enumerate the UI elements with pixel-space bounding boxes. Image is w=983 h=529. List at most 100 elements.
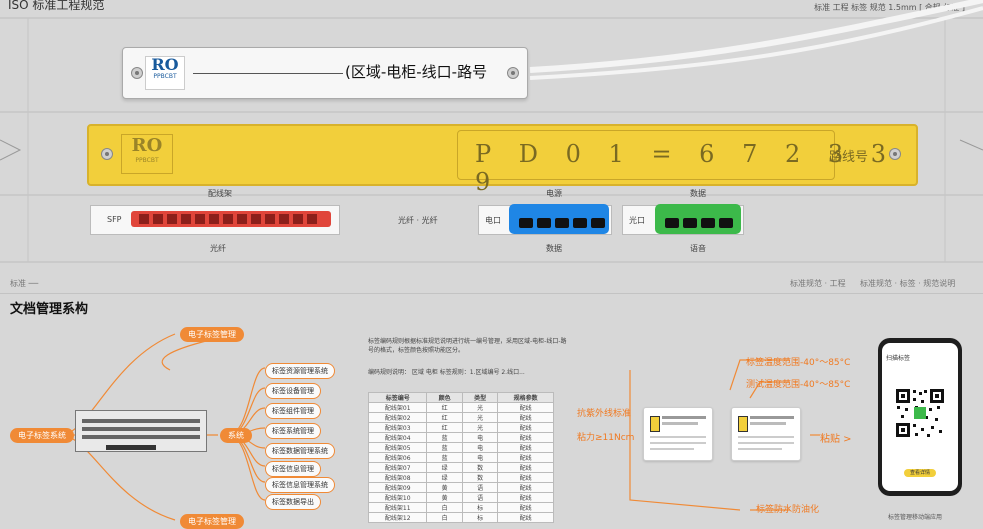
table-cell: 配线	[497, 452, 554, 463]
table-row: 配线架01 红光配线	[367, 402, 554, 413]
rj45-port-icon	[665, 218, 679, 228]
mind-center: 系统	[220, 428, 252, 443]
red-port-panel: SFP	[90, 205, 340, 235]
mind-bottom: 电子标签管理	[180, 514, 244, 529]
table-cell: 蓝	[426, 452, 463, 463]
label-suffix: 路线号	[829, 150, 869, 165]
table-cell: 配线架09	[367, 482, 428, 493]
table-row: 配线架11 白标配线	[367, 502, 554, 513]
table-cell: 配线	[497, 502, 554, 513]
label-format-text: (区域-电柜-线口-路号	[345, 63, 488, 81]
blue-port-bottom-caption: 数据	[546, 244, 562, 253]
label-sample-icon	[650, 416, 660, 432]
table-cell: 配线	[497, 432, 554, 443]
mind-node-6: 标签信息管理	[265, 461, 321, 477]
table-cell: 配线架04	[367, 432, 428, 443]
divider-line	[193, 73, 343, 74]
table-cell: 数	[461, 472, 499, 483]
table-cell: 配线	[497, 512, 554, 523]
table-header: 类型	[461, 392, 499, 403]
rj45-port-icon	[683, 218, 697, 228]
rj45-port-icon	[591, 218, 605, 228]
table-cell: 标	[461, 512, 499, 523]
rj45-port-icon	[555, 218, 569, 228]
table-row: 配线架08 绿数配线	[367, 472, 554, 483]
table-cell: 配线	[497, 422, 554, 433]
phone-mockup: 扫描标签 查看详情	[878, 338, 962, 496]
table-cell: 绿	[426, 462, 463, 473]
mind-root: 电子标签系统	[10, 428, 74, 443]
yellow-cable-label: RO PPBCBT P D 0 1 = 6 7 2 3 3 9 路线号	[87, 124, 918, 196]
mind-node-1: 标签资源管理系统	[265, 363, 335, 379]
mind-node-5: 标签数据管理系统	[265, 443, 335, 459]
table-cell: 电	[461, 452, 499, 463]
red-port-strip	[131, 211, 331, 227]
green-port-tag: 光口	[629, 216, 645, 225]
table-cell: 配线	[497, 442, 554, 453]
table-cell: 配线	[497, 402, 554, 413]
rj45-port-icon	[719, 218, 733, 228]
screw-icon	[507, 67, 519, 79]
table-cell: 配线架02	[367, 412, 428, 423]
white-cable-label: RO PPBCBT (区域-电柜-线口-路号	[122, 47, 528, 99]
table-cell: 配线架01	[367, 402, 428, 413]
blue-port-block	[509, 204, 609, 234]
table-cell: 数	[461, 462, 499, 473]
logo-top-text: RO	[131, 135, 163, 156]
table-cell: 配线架05	[367, 442, 428, 453]
footer-note-right: 标准规范 · 标签 · 规范说明	[860, 279, 956, 288]
blue-port-top-caption: 电源	[546, 189, 562, 198]
rack-device-image	[75, 410, 207, 452]
mind-node-2: 标签设备管理	[265, 383, 321, 399]
table-cell: 配线	[497, 472, 554, 483]
table-cell: 白	[426, 502, 463, 513]
table-cell: 白	[426, 512, 463, 523]
green-port-top-caption: 数据	[690, 189, 706, 198]
logo: RO PPBCBT	[145, 56, 185, 90]
table-cell: 蓝	[426, 442, 463, 453]
blue-port-panel: 电口	[478, 204, 612, 235]
table-row: 配线架07 绿数配线	[367, 462, 554, 473]
label-card-1	[643, 407, 713, 461]
qr-code-icon[interactable]	[895, 388, 945, 438]
table-header: 颜色	[426, 392, 463, 403]
table-cell: 标	[461, 502, 499, 513]
table-cell: 配线架10	[367, 492, 428, 503]
rj45-port-icon	[573, 218, 587, 228]
logo-top-text: RO	[151, 55, 179, 74]
spec-table: 标签编号 颜色 类型 规格参数 配线架01 红光配线 配线架02 红光配线 配线架03 红…	[367, 392, 554, 523]
spec-bottom: 标签防水防油化	[756, 505, 820, 515]
doc-legend: 编码规则说明： 区域 电柜 标签规则：1.区域编号 2.线口...	[368, 369, 525, 376]
table-cell: 配线架08	[367, 472, 428, 483]
footer-note-left: 标准 ──	[10, 279, 39, 288]
phone-button[interactable]: 查看详情	[904, 469, 936, 477]
table-header-row: 标签编号 颜色 类型 规格参数	[367, 392, 554, 403]
section-divider	[0, 293, 983, 294]
table-cell: 配线	[497, 412, 554, 423]
table-row: 配线架03 红光配线	[367, 422, 554, 433]
spec-temp-2: 测试温度范围-40°～85°C	[746, 380, 851, 390]
phone-screen: 扫描标签 查看详情	[882, 343, 958, 491]
table-cell: 黄	[426, 482, 463, 493]
table-row: 配线架06 蓝电配线	[367, 452, 554, 463]
spec-left-1: 抗紫外线标准	[577, 409, 632, 419]
table-cell: 配线架06	[367, 452, 428, 463]
label-card-2	[731, 407, 801, 461]
table-cell: 配线架12	[367, 512, 428, 523]
table-cell: 配线架03	[367, 422, 428, 433]
table-cell: 语	[461, 492, 499, 503]
table-header: 标签编号	[367, 392, 428, 403]
middle-note: 光纤 · 光纤	[398, 216, 438, 225]
table-cell: 配线	[497, 492, 554, 503]
mind-node-7: 标签信息管理系统	[265, 477, 335, 493]
table-row: 配线架12 白标配线	[367, 512, 554, 523]
screw-icon	[101, 148, 113, 160]
table-header: 规格参数	[497, 392, 554, 403]
screw-icon	[889, 148, 901, 160]
table-cell: 配线架07	[367, 462, 428, 473]
table-cell: 红	[426, 412, 463, 423]
table-cell: 电	[461, 432, 499, 443]
green-port-block	[655, 204, 741, 234]
label-sample-icon	[738, 416, 748, 432]
mind-node-3: 标签组件管理	[265, 403, 321, 419]
